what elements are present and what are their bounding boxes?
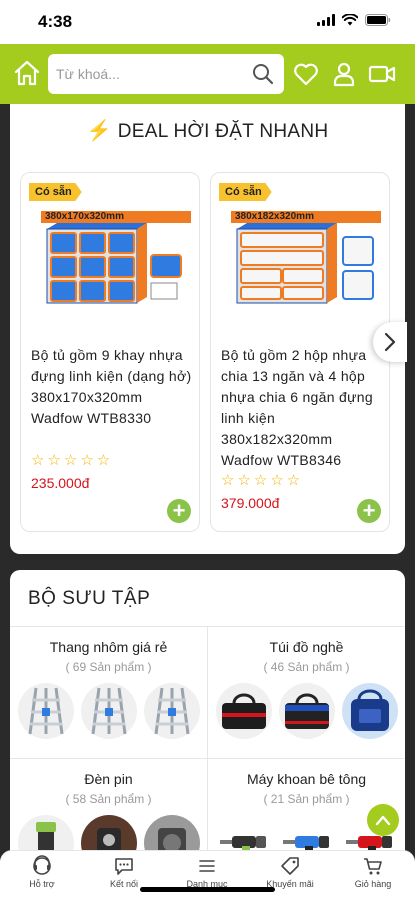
bottom-navigation: Hỗ trợ Kết nối Danh mục Khuyến mãi Giỏ h… xyxy=(0,850,415,900)
wifi-icon xyxy=(342,14,358,26)
collection-thumbnails xyxy=(216,683,398,749)
tag-icon xyxy=(281,857,299,875)
account-button[interactable] xyxy=(330,60,358,88)
home-indicator xyxy=(140,887,275,892)
menu-icon xyxy=(199,860,215,872)
tool-bag-image xyxy=(216,683,272,739)
collection-item[interactable]: Túi đồ nghề ( 46 Sản phẩm ) xyxy=(207,626,404,758)
collection-item-name[interactable]: Thang nhôm giá rẻ xyxy=(10,639,207,655)
video-button[interactable] xyxy=(368,60,396,88)
app-header xyxy=(0,44,415,104)
dimension-label: 380x182x320mm xyxy=(231,211,381,223)
product-card[interactable]: Có sẵn 380x182x320mm Bộ tủ gồm 2 hộp nhự… xyxy=(210,172,390,532)
collection-item-count: ( 46 Sản phẩm ) xyxy=(263,660,350,674)
product-image[interactable]: Có sẵn 380x182x320mm xyxy=(219,183,381,333)
product-card[interactable]: Có sẵn 380x170x320mm Bộ tủ gồm 9 khay nh… xyxy=(20,172,200,532)
chevron-right-icon xyxy=(384,332,396,352)
product-image[interactable]: Có sẵn 380x170x320mm xyxy=(29,183,191,333)
dimension-label: 380x170x320mm xyxy=(41,211,191,223)
home-button[interactable] xyxy=(12,58,42,88)
nav-support-label: Hỗ trợ xyxy=(29,879,55,889)
collection-title: BỘ SƯU TẬP xyxy=(28,588,151,609)
search-icon[interactable] xyxy=(252,63,274,85)
search-input[interactable] xyxy=(56,66,236,82)
nav-cart[interactable]: Giỏ hàng xyxy=(333,855,413,889)
deal-section: ⚡ DEAL HỜI ĐẶT NHANH Có sẵn 380x170x320m… xyxy=(10,104,407,554)
collection-thumbnails xyxy=(18,683,200,749)
support-icon xyxy=(33,855,51,875)
availability-badge: Có sẵn xyxy=(29,183,82,201)
tool-bag-image xyxy=(279,683,335,739)
plus-icon: + xyxy=(362,498,376,523)
availability-badge: Có sẵn xyxy=(219,183,272,201)
add-to-cart-button[interactable]: + xyxy=(357,499,381,523)
status-icons xyxy=(317,14,391,26)
plus-icon: + xyxy=(172,498,186,523)
deal-section-title: ⚡ DEAL HỜI ĐẶT NHANH xyxy=(10,118,405,143)
search-box[interactable] xyxy=(48,54,284,94)
nav-promotions[interactable]: Khuyến mãi xyxy=(250,855,330,889)
chat-icon xyxy=(115,858,133,875)
product-price: 379.000đ xyxy=(221,495,280,511)
tool-bag-image xyxy=(342,683,398,739)
add-to-cart-button[interactable]: + xyxy=(167,499,191,523)
deal-title-text: DEAL HỜI ĐẶT NHANH xyxy=(117,121,329,142)
product-price: 235.000đ xyxy=(31,475,90,491)
ladder-image xyxy=(144,683,200,739)
nav-support[interactable]: Hỗ trợ xyxy=(2,855,82,889)
nav-connect[interactable]: Kết nối xyxy=(84,855,164,889)
collection-item-name[interactable]: Đèn pin xyxy=(10,771,207,787)
scroll-to-top-button[interactable] xyxy=(367,804,399,836)
collection-item-name[interactable]: Túi đồ nghề xyxy=(208,639,405,655)
carousel-next-button[interactable] xyxy=(373,322,407,362)
collection-section: BỘ SƯU TẬP Thang nhôm giá rẻ ( 69 Sản ph… xyxy=(10,570,405,870)
collection-item-count: ( 58 Sản phẩm ) xyxy=(65,792,152,806)
chevron-up-icon xyxy=(375,815,391,826)
collection-item-count: ( 69 Sản phẩm ) xyxy=(65,660,152,674)
lightning-icon: ⚡ xyxy=(86,120,112,142)
user-icon xyxy=(333,62,355,87)
video-camera-icon xyxy=(368,65,396,83)
wishlist-button[interactable] xyxy=(292,60,320,88)
nav-categories[interactable]: Danh mục xyxy=(167,855,247,889)
product-name[interactable]: Bộ tủ gồm 2 hộp nhựa chia 13 ngăn và 4 h… xyxy=(221,345,383,471)
product-name[interactable]: Bộ tủ gồm 9 khay nhựa đựng linh kiện (dạ… xyxy=(31,345,193,429)
collection-item[interactable]: Thang nhôm giá rẻ ( 69 Sản phẩm ) xyxy=(10,626,207,758)
ladder-image xyxy=(81,683,137,739)
collection-item-count: ( 21 Sản phẩm ) xyxy=(263,792,350,806)
home-icon xyxy=(14,60,40,86)
heart-icon xyxy=(294,63,318,86)
cart-icon xyxy=(364,858,382,875)
status-time: 4:38 xyxy=(38,12,73,31)
nav-cart-label: Giỏ hàng xyxy=(354,879,392,889)
ladder-image xyxy=(18,683,74,739)
battery-icon xyxy=(365,14,391,26)
rating-stars: ☆☆☆☆☆ xyxy=(31,452,114,469)
rating-stars: ☆☆☆☆☆ xyxy=(221,472,304,489)
collection-item-name[interactable]: Máy khoan bê tông xyxy=(208,771,405,787)
signal-icon xyxy=(317,14,335,26)
status-bar: 4:38 xyxy=(0,0,415,44)
